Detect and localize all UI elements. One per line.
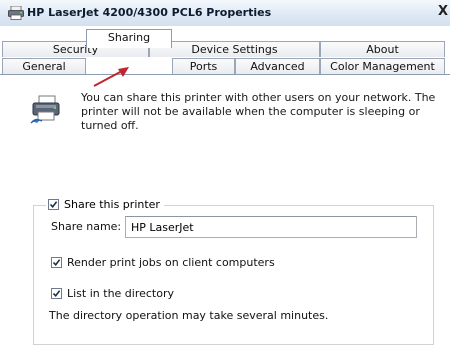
checkmark-icon [52, 290, 61, 298]
tab-sharing[interactable]: Sharing [86, 29, 172, 48]
close-button[interactable]: X [436, 4, 450, 20]
tab-divider [0, 74, 450, 75]
title-bar: HP LaserJet 4200/4300 PCL6 Properties X [0, 0, 450, 27]
list-directory-checkbox[interactable] [51, 288, 62, 299]
tab-about[interactable]: About [320, 41, 445, 57]
shared-printer-icon [30, 95, 60, 124]
list-directory-option[interactable]: List in the directory [51, 287, 174, 300]
tab-color-management[interactable]: Color Management [320, 58, 445, 74]
directory-note: The directory operation may take several… [49, 309, 329, 322]
share-printer-checkbox[interactable] [48, 199, 59, 210]
printer-icon [8, 6, 24, 20]
list-directory-label: List in the directory [67, 287, 175, 300]
share-printer-option[interactable]: Share this printer [46, 198, 164, 211]
tab-advanced[interactable]: Advanced [235, 58, 320, 74]
sharing-info-text: You can share this printer with other us… [81, 91, 436, 132]
window-title: HP LaserJet 4200/4300 PCL6 Properties [27, 6, 272, 19]
checkmark-icon [52, 259, 61, 267]
render-jobs-label: Render print jobs on client computers [67, 256, 275, 269]
render-jobs-option[interactable]: Render print jobs on client computers [51, 256, 275, 269]
render-jobs-checkbox[interactable] [51, 257, 62, 268]
share-printer-label: Share this printer [64, 198, 160, 211]
tab-ports[interactable]: Ports [172, 58, 235, 74]
tab-device-settings[interactable]: Device Settings [149, 41, 320, 57]
tab-general[interactable]: General [2, 58, 86, 74]
share-name-label: Share name: [51, 220, 122, 233]
share-name-input[interactable] [125, 216, 417, 238]
checkmark-icon [49, 201, 58, 209]
